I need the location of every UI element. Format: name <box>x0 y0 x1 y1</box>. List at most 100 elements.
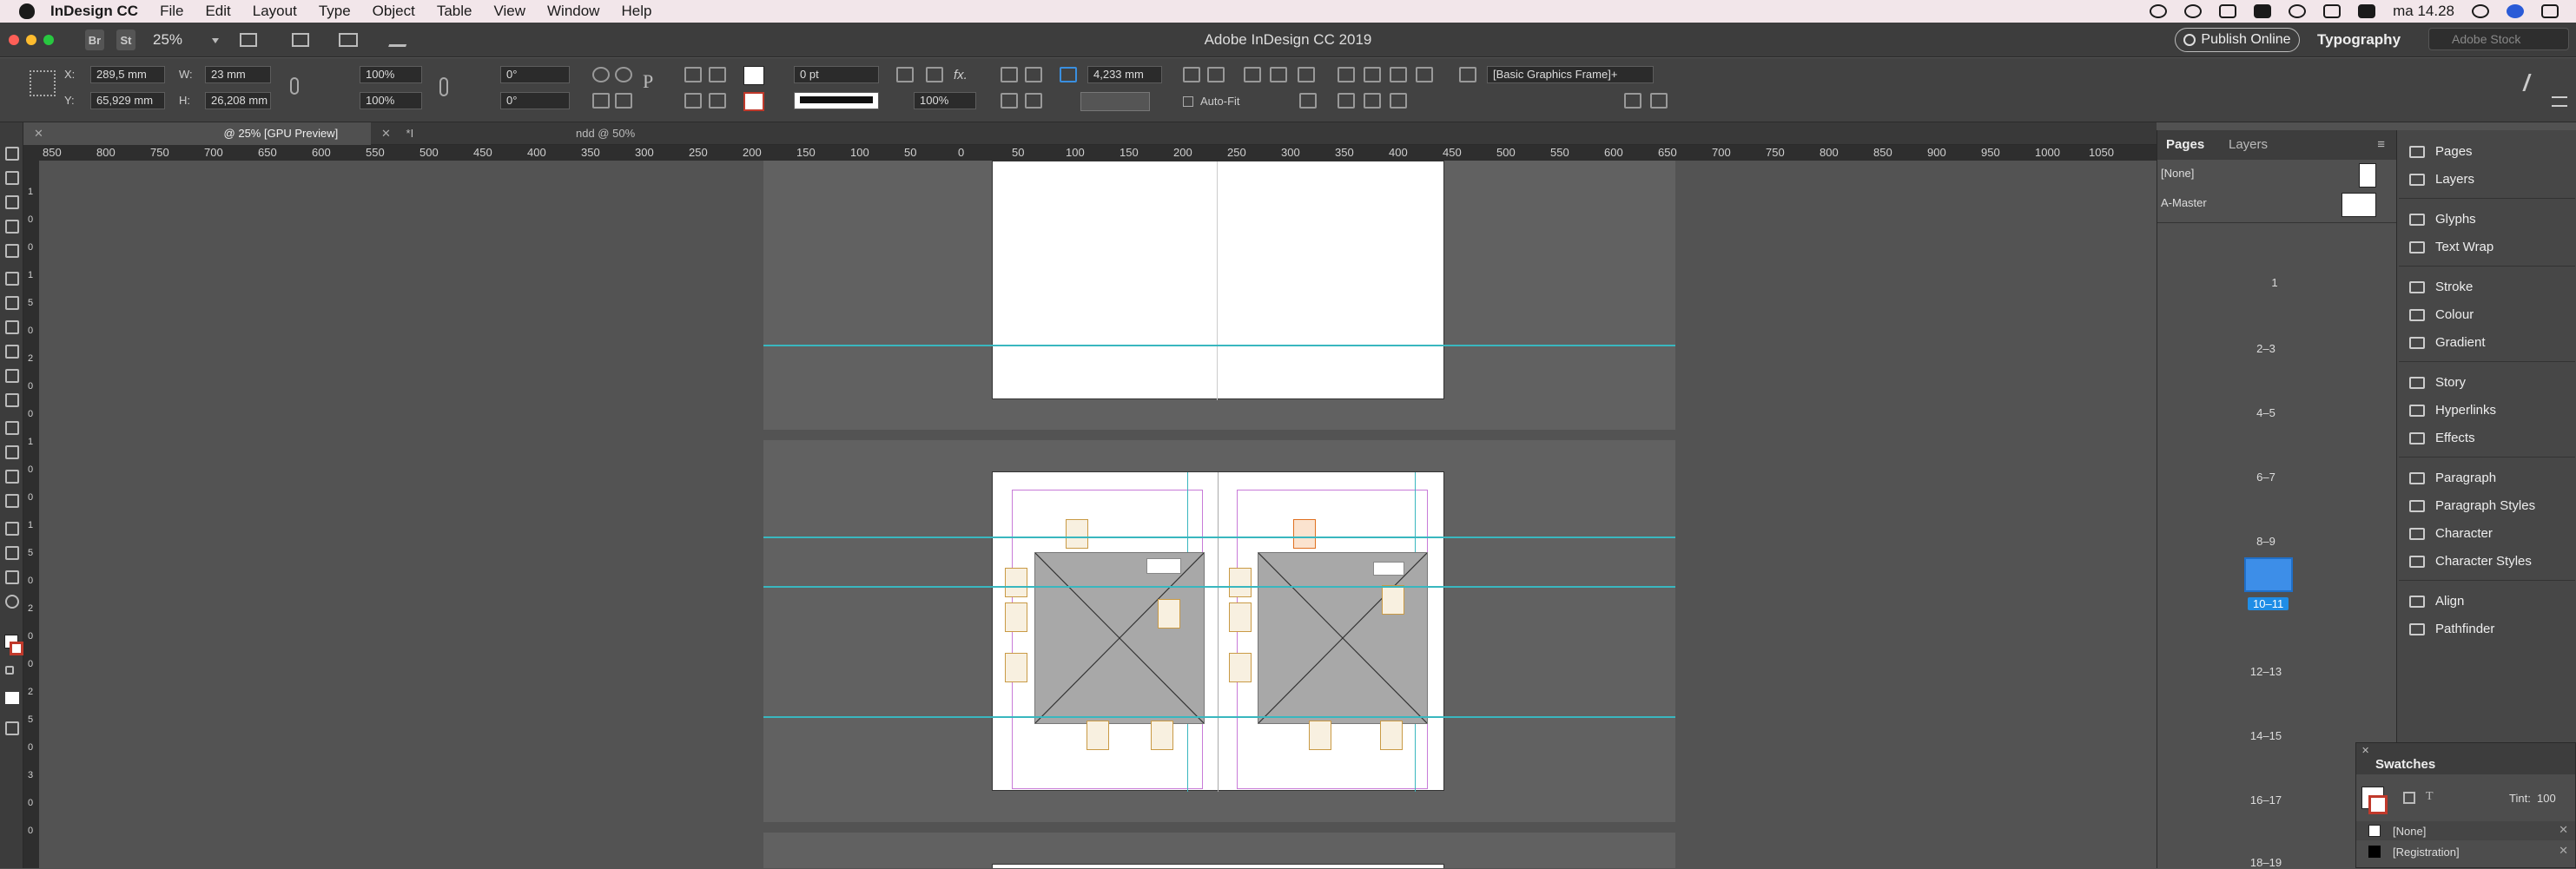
spread-label-2-3[interactable]: 2–3 <box>2244 342 2288 355</box>
menu-help[interactable]: Help <box>621 3 651 20</box>
tab-document-2[interactable]: ✕ *I <box>371 122 545 145</box>
align-bottom-icon[interactable] <box>1390 93 1407 109</box>
spread-label-4-5[interactable]: 4–5 <box>2244 406 2288 419</box>
image-frame-left[interactable] <box>1034 552 1205 724</box>
gap-field[interactable]: 4,233 mm <box>1087 66 1162 83</box>
align-right-icon[interactable] <box>1390 67 1407 82</box>
text-frame[interactable] <box>1005 602 1027 632</box>
stroke-weight-field[interactable]: 0 pt <box>794 66 879 83</box>
clear-overrides-icon[interactable] <box>1624 93 1641 109</box>
eyedropper-tool-icon[interactable] <box>5 546 19 560</box>
align-left-icon[interactable] <box>1338 67 1355 82</box>
scissors-tool-icon[interactable] <box>5 421 19 435</box>
gap-tool-icon[interactable] <box>5 220 19 234</box>
close-tab-2-icon[interactable]: ✕ <box>381 127 391 140</box>
spread-label-1[interactable]: 1 <box>2262 276 2288 289</box>
caption-box[interactable] <box>1373 562 1404 576</box>
align-hcenter-icon[interactable] <box>1364 67 1381 82</box>
zoom-tool-icon[interactable] <box>5 595 19 609</box>
panel-item-text-wrap[interactable]: Text Wrap <box>2409 240 2493 254</box>
flip-horizontal-icon[interactable] <box>592 93 610 109</box>
text-frame[interactable] <box>1005 568 1027 597</box>
text-frame[interactable] <box>1382 585 1404 615</box>
width-field[interactable]: 23 mm <box>205 66 271 83</box>
workspace-switcher[interactable]: Typography <box>2317 31 2401 49</box>
line-tool-icon[interactable] <box>5 296 19 310</box>
rectangle-tool-icon[interactable] <box>5 393 19 407</box>
spread-label-8-9[interactable]: 8–9 <box>2244 535 2288 548</box>
swatches-title[interactable]: Swatches <box>2375 757 2435 772</box>
panel-item-pathfinder[interactable]: Pathfinder <box>2409 622 2494 636</box>
spread-label-10-11[interactable]: 10–11 <box>2248 597 2289 610</box>
rectangle-frame-tool-icon[interactable] <box>5 369 19 383</box>
text-frame[interactable] <box>1158 599 1180 629</box>
close-panel-icon[interactable]: ✕ <box>2361 745 2369 756</box>
volume-icon[interactable] <box>2323 4 2342 18</box>
horizontal-ruler[interactable]: 850 800 750 700 650 600 550 500 450 400 350 300 250 2… <box>23 145 2157 161</box>
tab-document-1[interactable]: ✕ @ 25% [GPU Preview] <box>23 122 371 145</box>
content-aware-fit-icon[interactable] <box>1298 67 1315 82</box>
tab-layers[interactable]: Layers <box>2229 137 2268 152</box>
fill-swatch[interactable] <box>743 66 764 85</box>
wifi-icon[interactable] <box>2289 4 2307 18</box>
fit-frame-icon[interactable] <box>1207 67 1225 82</box>
pasteboard[interactable] <box>39 161 2157 868</box>
apple-icon[interactable] <box>19 3 35 19</box>
menu-app-name[interactable]: InDesign CC <box>50 3 138 20</box>
spread-label-16-17[interactable]: 16–17 <box>2244 793 2288 806</box>
panel-item-paragraph-styles[interactable]: Paragraph Styles <box>2409 498 2535 513</box>
select-content-icon[interactable] <box>709 67 726 82</box>
panel-item-layers[interactable]: Layers <box>2409 172 2474 187</box>
corner-shape-dropdown[interactable] <box>1080 92 1150 111</box>
spread-label-6-7[interactable]: 6–7 <box>2244 471 2288 484</box>
scale-y-field[interactable]: 100% <box>360 92 422 109</box>
stroke-color-icon[interactable] <box>10 642 23 655</box>
center-content-icon[interactable] <box>1270 67 1287 82</box>
adobe-stock-search[interactable]: Adobe Stock <box>2428 28 2569 50</box>
text-frame[interactable] <box>1229 602 1252 632</box>
spotlight-icon[interactable] <box>2472 4 2489 18</box>
formatting-container-icon[interactable] <box>5 666 14 675</box>
pen-tool-icon[interactable] <box>5 320 19 334</box>
swatch-row-none[interactable]: [None] ✕ <box>2356 821 2575 840</box>
height-field[interactable]: 26,208 mm <box>205 92 271 109</box>
menu-window[interactable]: Window <box>547 3 599 20</box>
gradient-tool-icon[interactable] <box>5 470 19 484</box>
panel-item-gradient[interactable]: Gradient <box>2409 335 2486 350</box>
panel-item-story[interactable]: Story <box>2409 375 2466 390</box>
text-frame[interactable] <box>1066 519 1088 549</box>
rotate-ccw-icon[interactable] <box>615 67 632 82</box>
formatting-text-icon[interactable]: T <box>2426 790 2434 804</box>
shear-field[interactable]: 0° <box>500 92 570 109</box>
master-none-thumbnail[interactable] <box>2359 163 2376 188</box>
menu-type[interactable]: Type <box>319 3 351 20</box>
direct-selection-tool-icon[interactable] <box>5 171 19 185</box>
text-frame[interactable] <box>1087 721 1109 750</box>
flip-vertical-icon[interactable] <box>615 93 632 109</box>
tab-pages[interactable]: Pages <box>2166 137 2204 152</box>
panel-item-glyphs[interactable]: Glyphs <box>2409 212 2476 227</box>
drop-shadow-icon[interactable] <box>896 67 914 82</box>
effects-icon[interactable] <box>926 67 943 82</box>
guide-line[interactable] <box>763 537 1675 538</box>
page-spread-8-9[interactable] <box>992 161 1444 400</box>
vertical-ruler[interactable]: 1 0 0 1 5 0 2 0 0 1 0 0 1 5 0 2 0 0 2 5 0 3 0 0 <box>23 161 39 868</box>
sync-icon[interactable] <box>2184 4 2203 18</box>
object-style-options-icon[interactable] <box>1650 93 1668 109</box>
panel-item-colour[interactable]: Colour <box>2409 307 2474 322</box>
frame-fitting-icon[interactable] <box>1060 67 1077 82</box>
free-transform-tool-icon[interactable] <box>5 445 19 459</box>
selected-text-frame[interactable] <box>1293 519 1316 549</box>
guide-line[interactable] <box>763 716 1675 718</box>
screen-mode-tool-icon[interactable] <box>5 721 19 735</box>
x-position-field[interactable]: 289,5 mm <box>90 66 165 83</box>
clock[interactable]: ma 14.28 <box>2393 3 2454 20</box>
spread-label-18-19[interactable]: 18–19 <box>2244 856 2288 869</box>
type-tool-icon[interactable] <box>5 272 19 286</box>
dollar-icon[interactable] <box>2219 4 2237 18</box>
pencil-tool-icon[interactable] <box>5 345 19 359</box>
stroke-swatch[interactable] <box>743 92 764 111</box>
menu-edit[interactable]: Edit <box>205 3 230 20</box>
select-next-icon[interactable] <box>709 93 726 109</box>
spread-thumbnail-10-11[interactable] <box>2244 557 2293 592</box>
